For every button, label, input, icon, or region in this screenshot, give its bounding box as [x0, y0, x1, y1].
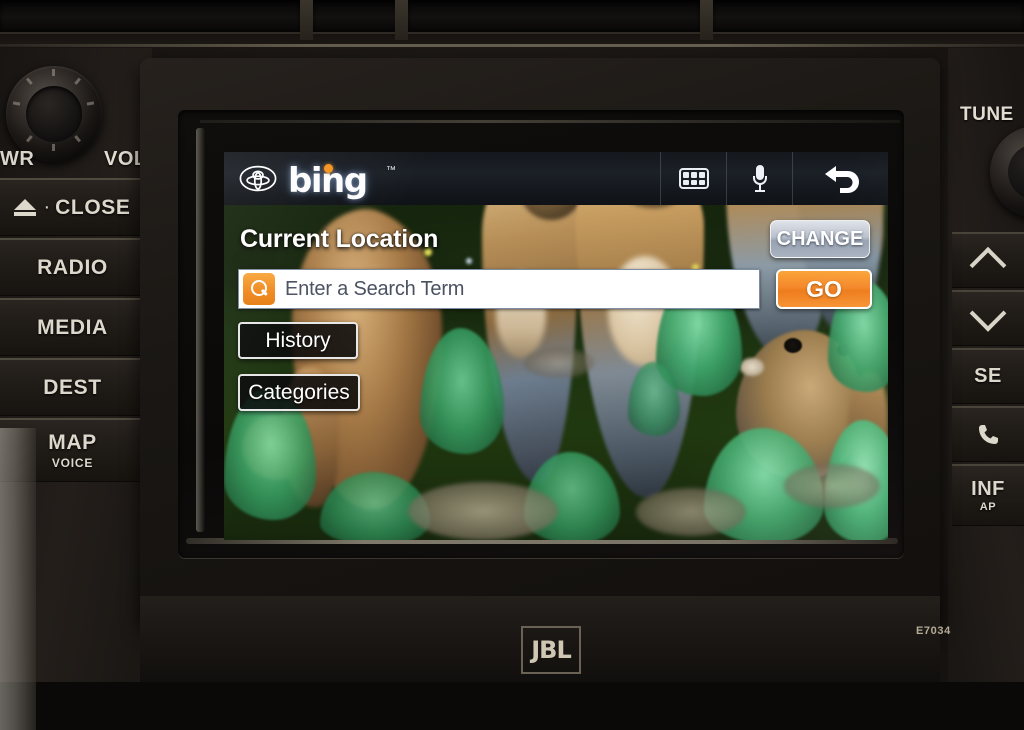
- voice-search-button[interactable]: [726, 152, 792, 205]
- back-button[interactable]: [792, 152, 888, 205]
- eject-close-button[interactable]: · CLOSE: [0, 178, 145, 236]
- phone-icon: [976, 423, 1000, 447]
- power-label: WR: [0, 148, 34, 171]
- seek-up-button[interactable]: [952, 232, 1024, 288]
- eject-close-label: CLOSE: [55, 196, 130, 220]
- chevron-up-icon: [970, 246, 1007, 283]
- search-input[interactable]: Enter a Search Term: [238, 269, 760, 309]
- microphone-icon: [753, 165, 767, 193]
- info-apps-button[interactable]: INF AP: [952, 464, 1024, 526]
- header-icon-group: [660, 152, 888, 205]
- apps-grid-button[interactable]: [660, 152, 726, 205]
- categories-button[interactable]: Categories: [238, 374, 360, 411]
- right-control-panel: TUNE SE INF AP: [948, 48, 1024, 682]
- trademark-symbol: ™: [386, 165, 396, 176]
- apps-grid-icon: [679, 168, 709, 189]
- jbl-badge-text: JBL: [531, 636, 571, 664]
- sidebar-item-media[interactable]: MEDIA: [0, 298, 145, 356]
- search-icon: [243, 273, 275, 305]
- media-label: MEDIA: [37, 316, 108, 340]
- dashboard-head-unit: WR VOL · CLOSE RADIO MEDIA DEST MAP VOIC…: [0, 0, 1024, 682]
- current-location-label: Current Location: [240, 225, 438, 254]
- seek-down-button[interactable]: [952, 290, 1024, 346]
- search-placeholder-text: Enter a Search Term: [285, 278, 464, 301]
- vent-trim-line: [0, 44, 1024, 47]
- change-location-button[interactable]: CHANGE: [770, 220, 870, 258]
- sidebar-item-radio[interactable]: RADIO: [0, 238, 145, 296]
- toyota-emblem-icon: [239, 165, 277, 192]
- history-button[interactable]: History: [238, 322, 358, 359]
- voice-label: VOICE: [52, 456, 93, 470]
- radio-label: RADIO: [37, 256, 108, 280]
- info-label: INF: [971, 478, 1005, 501]
- sidebar-item-dest[interactable]: DEST: [0, 358, 145, 416]
- apps-label: AP: [980, 501, 996, 513]
- chevron-down-icon: [970, 294, 1007, 331]
- back-arrow-icon: [818, 162, 864, 196]
- bing-logo-dot: [324, 164, 333, 173]
- map-label: MAP: [48, 431, 96, 455]
- dest-label: DEST: [43, 376, 101, 400]
- bing-header-bar: bing ™: [224, 152, 888, 205]
- tune-label: TUNE: [960, 104, 1014, 126]
- bezel-highlight-top: [200, 120, 900, 123]
- go-button[interactable]: GO: [776, 269, 872, 309]
- seek-label: SE: [974, 365, 1002, 388]
- search-row: Enter a Search Term GO: [238, 269, 874, 309]
- air-vent-strip: [0, 0, 1024, 46]
- panel-edge-highlight: [0, 428, 36, 730]
- model-code-label: E7034: [916, 625, 951, 637]
- bezel-highlight-left: [196, 128, 205, 532]
- touchscreen-display[interactable]: bing ™: [224, 152, 888, 540]
- tune-knob[interactable]: [990, 126, 1024, 218]
- jbl-badge: JBL: [521, 626, 581, 674]
- phone-button[interactable]: [952, 406, 1024, 462]
- left-control-panel: WR VOL · CLOSE RADIO MEDIA DEST MAP VOIC…: [0, 48, 152, 682]
- seek-setup-button[interactable]: SE: [952, 348, 1024, 404]
- eject-icon: [14, 199, 36, 216]
